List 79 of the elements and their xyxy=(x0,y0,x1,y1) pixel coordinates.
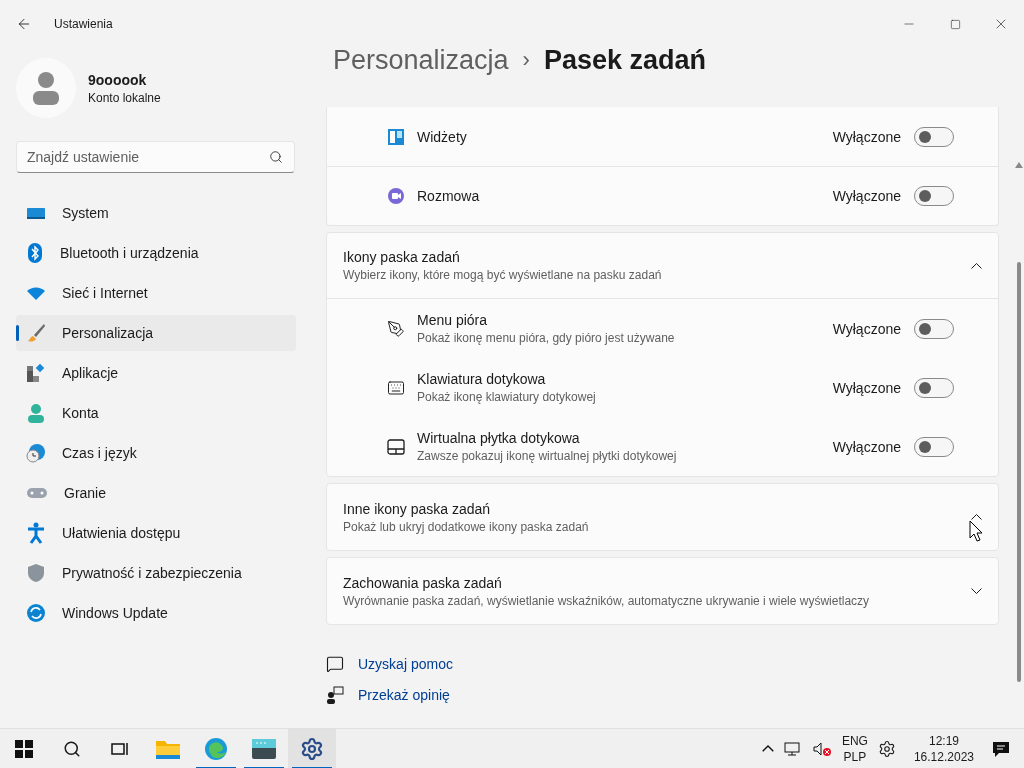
sync-icon xyxy=(26,603,46,623)
input-language[interactable]: ENG PLP xyxy=(841,732,868,765)
account-type: Konto lokalne xyxy=(88,90,161,105)
maximize-icon xyxy=(949,18,961,30)
chat-icon xyxy=(387,187,405,205)
wifi-icon xyxy=(26,285,46,301)
clock[interactable]: 12:19 16.12.2023 xyxy=(913,732,974,765)
sidebar-item[interactable]: Prywatność i zabezpieczenia xyxy=(16,555,296,591)
person-silhouette-icon xyxy=(31,70,61,106)
mouse-pointer-icon xyxy=(969,520,983,542)
setting-description: Pokaż ikonę klawiatury dotykowej xyxy=(417,390,597,404)
scroll-up-icon[interactable] xyxy=(1015,162,1023,168)
search-icon xyxy=(269,150,283,164)
toggle-status: Wyłączone xyxy=(832,438,901,455)
setting-description: Zawsze pokazuj ikonę wirtualnej płytki dotykowej xyxy=(417,449,678,463)
bluetooth-icon xyxy=(26,243,44,263)
apps-icon xyxy=(26,363,46,383)
toggle-status: Wyłączone xyxy=(832,379,901,396)
sidebar-item[interactable]: Bluetooth i urządzenia xyxy=(16,235,296,271)
toggle-status: Wyłączone xyxy=(832,320,901,337)
paintbrush-icon xyxy=(26,323,46,343)
toggle-switch[interactable] xyxy=(914,186,954,206)
setting-description: Pokaż ikonę menu pióra, gdy pióro jest używane xyxy=(417,331,676,345)
expander-header[interactable]: Ikony paska zadań Wybierz ikony, które mogą być wyświetlane na pasku zadań xyxy=(327,233,998,299)
setting-label: Klawiatura dotykowa xyxy=(417,371,547,387)
toggle-switch[interactable] xyxy=(914,318,954,339)
setting-label: Menu pióra xyxy=(417,312,489,328)
breadcrumb-parent[interactable]: Personalizacja xyxy=(333,44,509,76)
help-icon xyxy=(326,655,344,673)
sidebar-item[interactable]: System xyxy=(16,195,296,231)
sidebar-item[interactable]: Czas i język xyxy=(16,435,296,471)
shield-icon xyxy=(26,563,46,583)
gamepad-icon xyxy=(26,485,48,501)
setting-label: Rozmowa xyxy=(417,188,481,204)
sidebar-item[interactable]: Windows Update xyxy=(16,595,296,631)
toggle-switch[interactable] xyxy=(914,126,954,147)
setting-label: Wirtualna płytka dotykowa xyxy=(417,430,581,446)
toggle-status: Wyłączone xyxy=(832,128,901,145)
sidebar-item[interactable]: Granie xyxy=(16,475,296,511)
sidebar-item[interactable]: Konta xyxy=(16,395,296,431)
settings-icon xyxy=(300,736,324,761)
network-icon[interactable] xyxy=(783,740,802,757)
accessibility-icon xyxy=(26,522,46,544)
toggle-switch[interactable] xyxy=(914,377,954,398)
expander-header[interactable]: Zachowania paska zadań Wyrównanie paska zadań, wyświetlanie wskaźników, automatyczne ukrywanie i wiele wyświetlaczy xyxy=(327,558,998,624)
expander-header[interactable]: Inne ikony paska zadań Pokaż lub ukryj dodatkowe ikony paska zadań xyxy=(327,484,998,550)
toggle-switch[interactable] xyxy=(914,436,954,457)
pen-icon xyxy=(387,319,405,338)
sidebar-item[interactable]: Ułatwienia dostępu xyxy=(16,515,296,551)
person-icon xyxy=(26,403,46,423)
page-title: Pasek zadań xyxy=(543,44,706,76)
notification-icon[interactable] xyxy=(992,739,1010,758)
touchpad-icon xyxy=(387,438,405,455)
window-title: Ustawienia xyxy=(54,17,114,31)
chevron-up-icon[interactable] xyxy=(761,745,774,752)
toggle-status: Wyłączone xyxy=(832,188,901,204)
windows-logo-icon xyxy=(15,739,33,758)
back-button[interactable] xyxy=(16,16,32,32)
sidebar-item[interactable]: Sieć i Internet xyxy=(16,275,296,311)
scrollbar-thumb[interactable] xyxy=(1017,262,1021,682)
widgets-icon xyxy=(388,128,404,145)
taskbar-app[interactable] xyxy=(288,728,336,768)
muted-speaker-icon[interactable] xyxy=(811,740,832,757)
search-field[interactable]: Znajdź ustawienie xyxy=(16,141,295,173)
terminal-icon xyxy=(251,737,277,760)
sidebar-item[interactable]: Personalizacja xyxy=(16,315,296,351)
help-link[interactable]: Uzyskaj pomoc xyxy=(358,656,453,672)
search-icon xyxy=(63,739,81,758)
breadcrumb-separator: › xyxy=(522,47,530,73)
help-link[interactable]: Przekaż opinię xyxy=(358,687,450,703)
setting-label: Widżety xyxy=(417,128,468,145)
settings-icon[interactable] xyxy=(877,739,896,758)
user-name: 9oooook xyxy=(88,71,148,88)
browser-icon xyxy=(204,736,228,761)
task-view-icon xyxy=(111,740,129,757)
feedback-icon xyxy=(326,686,344,704)
monitor-icon xyxy=(26,205,46,221)
sidebar-item[interactable]: Aplikacje xyxy=(16,355,296,391)
globe-clock-icon xyxy=(26,443,46,463)
